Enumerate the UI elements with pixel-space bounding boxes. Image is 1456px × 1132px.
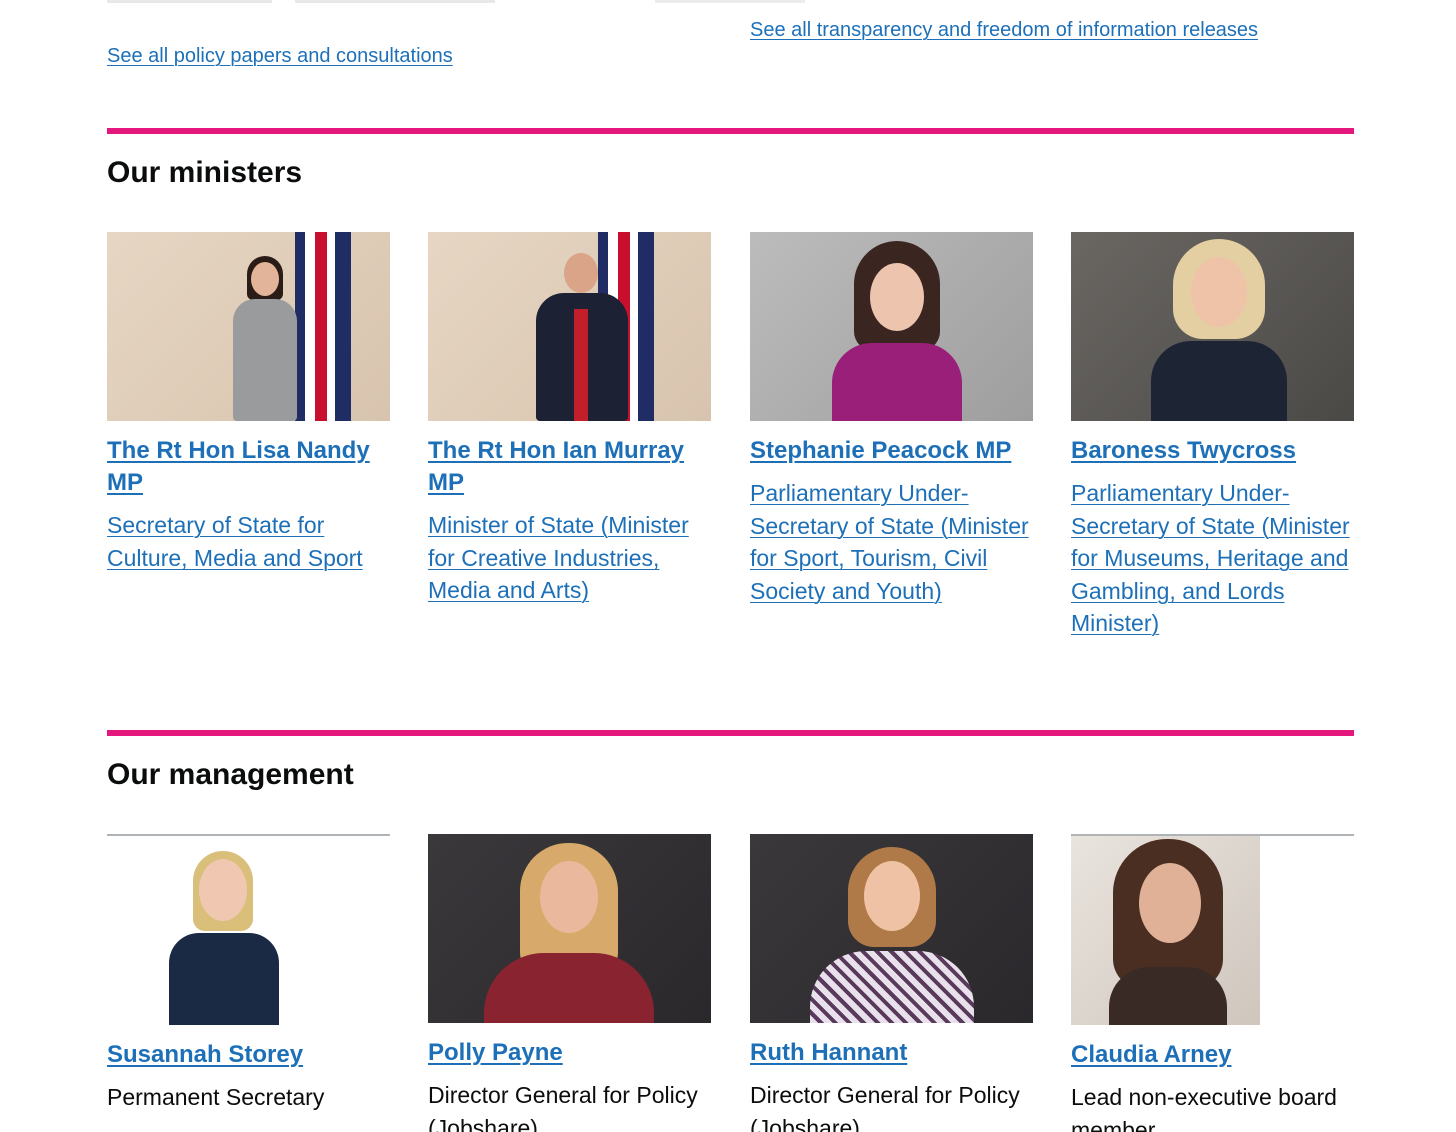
- management-photo[interactable]: [107, 834, 390, 1025]
- management-card: Ruth Hannant Director General for Policy…: [750, 834, 1033, 1132]
- section-divider: [107, 128, 1354, 134]
- management-photo[interactable]: [428, 834, 711, 1023]
- management-role: Permanent Secretary: [107, 1084, 325, 1110]
- minister-photo[interactable]: [750, 232, 1033, 421]
- management-name-link[interactable]: Ruth Hannant: [750, 1037, 1033, 1069]
- management-card: Polly Payne Director General for Policy …: [428, 834, 711, 1132]
- faded-divider: [107, 0, 272, 3]
- minister-card: The Rt Hon Ian Murray MP Minister of Sta…: [428, 232, 711, 607]
- minister-photo[interactable]: [1071, 232, 1354, 421]
- minister-photo[interactable]: [428, 232, 711, 421]
- minister-role-link[interactable]: Minister of State (Minister for Creative…: [428, 509, 711, 607]
- faded-divider: [295, 0, 495, 3]
- minister-name-link[interactable]: Stephanie Peacock MP: [750, 435, 1033, 467]
- see-all-policy-papers-link[interactable]: See all policy papers and consultations: [107, 44, 453, 68]
- management-card: Susannah Storey Permanent Secretary: [107, 834, 390, 1114]
- minister-card: Baroness Twycross Parliamentary Under-Se…: [1071, 232, 1354, 640]
- minister-name-link[interactable]: Baroness Twycross: [1071, 435, 1354, 467]
- section-divider: [107, 730, 1354, 736]
- management-role: Lead non-executive board member: [1071, 1084, 1337, 1132]
- see-all-transparency-link[interactable]: See all transparency and freedom of info…: [750, 18, 1258, 42]
- management-card: Claudia Arney Lead non-executive board m…: [1071, 834, 1354, 1132]
- management-name-link[interactable]: Polly Payne: [428, 1037, 711, 1069]
- minister-name-link[interactable]: The Rt Hon Ian Murray MP: [428, 435, 711, 499]
- minister-card: Stephanie Peacock MP Parliamentary Under…: [750, 232, 1033, 607]
- organisation-page: See all policy papers and consultations …: [0, 0, 1456, 1132]
- minister-name-link[interactable]: The Rt Hon Lisa Nandy MP: [107, 435, 390, 499]
- minister-role-link[interactable]: Parliamentary Under-Secretary of State (…: [1071, 477, 1354, 640]
- management-role: Director General for Policy (Jobshare): [428, 1082, 698, 1132]
- management-photo[interactable]: [750, 834, 1033, 1023]
- management-heading: Our management: [107, 758, 354, 791]
- management-photo[interactable]: [1071, 834, 1354, 1025]
- management-role: Director General for Policy (Jobshare): [750, 1082, 1020, 1132]
- ministers-heading: Our ministers: [107, 156, 303, 189]
- management-name-link[interactable]: Claudia Arney: [1071, 1039, 1354, 1071]
- faded-divider: [655, 0, 805, 3]
- management-name-link[interactable]: Susannah Storey: [107, 1039, 390, 1071]
- minister-card: The Rt Hon Lisa Nandy MP Secretary of St…: [107, 232, 390, 574]
- minister-photo[interactable]: [107, 232, 390, 421]
- minister-role-link[interactable]: Secretary of State for Culture, Media an…: [107, 509, 390, 574]
- minister-role-link[interactable]: Parliamentary Under-Secretary of State (…: [750, 477, 1033, 607]
